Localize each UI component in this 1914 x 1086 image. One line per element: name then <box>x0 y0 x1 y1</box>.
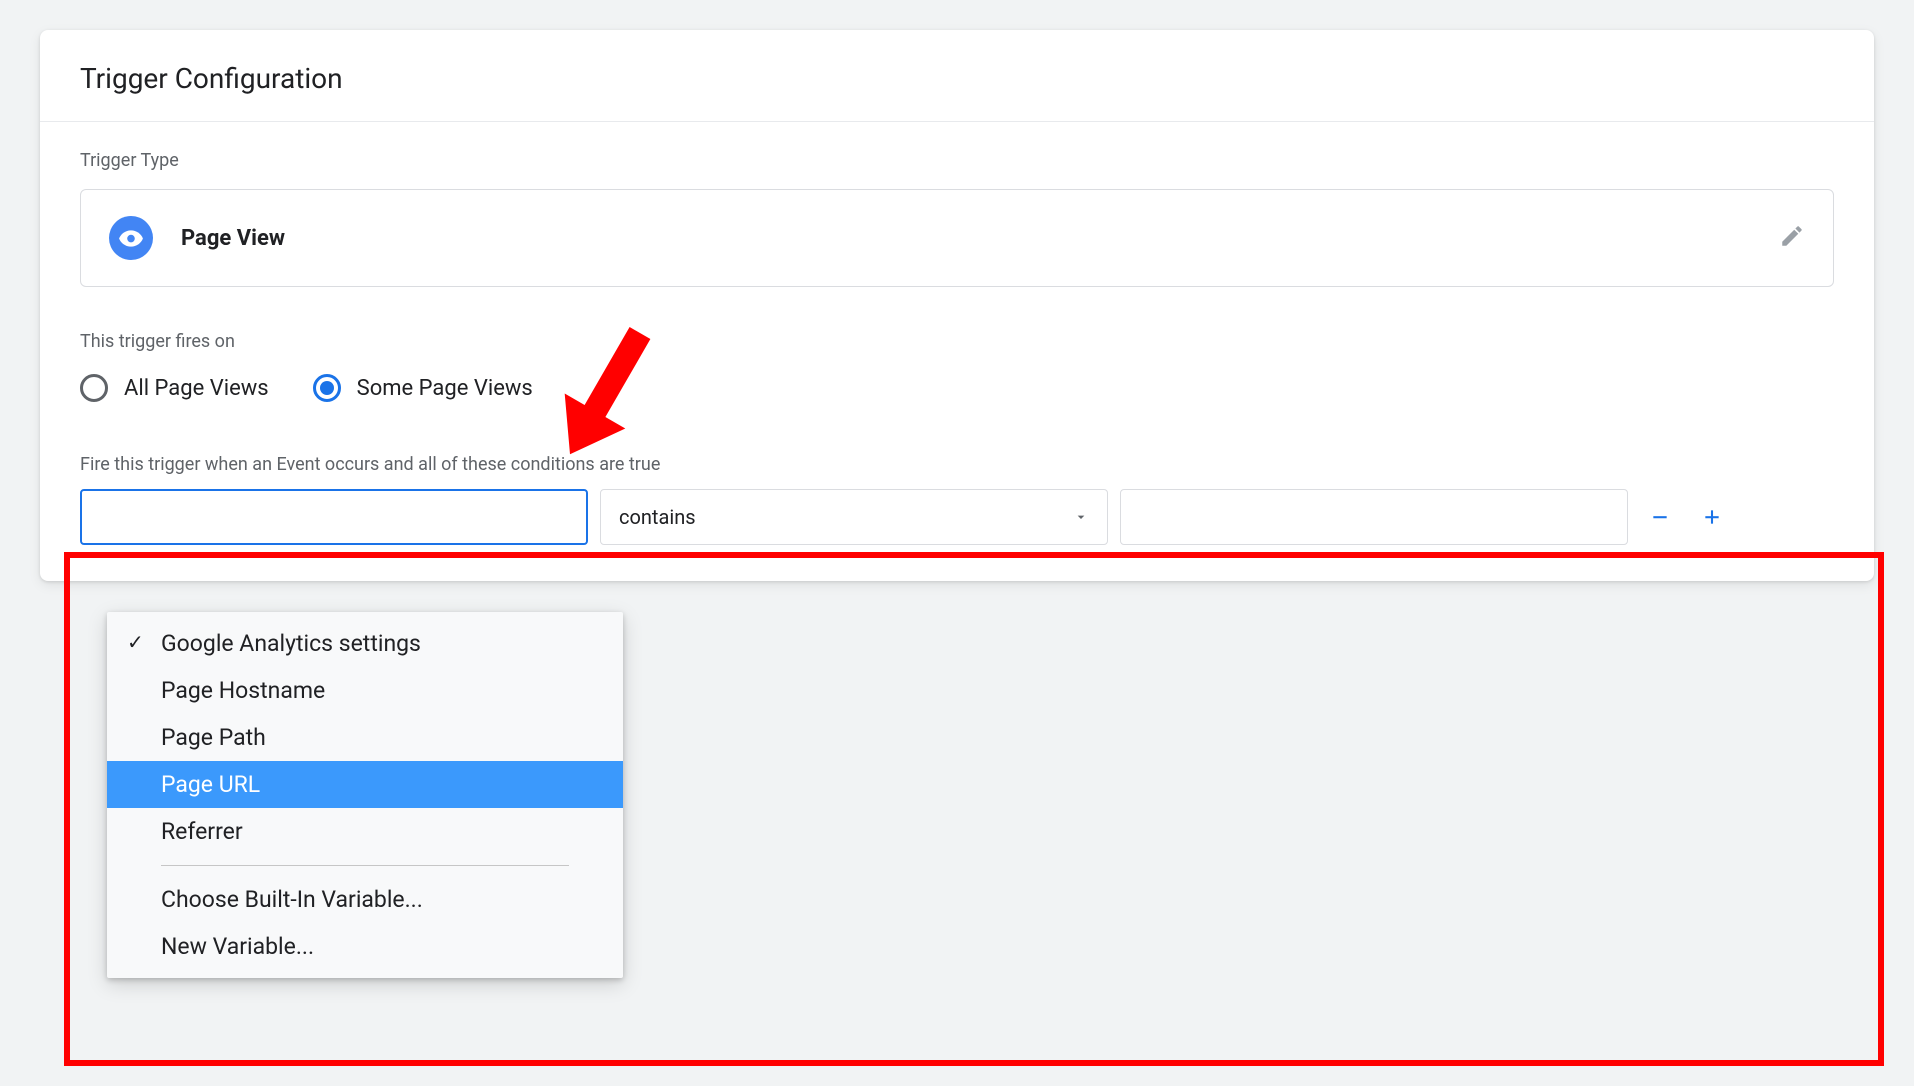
page-view-icon <box>109 216 153 260</box>
variable-dropdown[interactable] <box>80 489 588 545</box>
trigger-type-left: Page View <box>109 216 285 260</box>
dropdown-item-page-hostname[interactable]: Page Hostname <box>107 667 623 714</box>
trigger-type-label: Trigger Type <box>80 150 1834 171</box>
card-title: Trigger Configuration <box>80 62 1834 95</box>
dropdown-item-new-variable[interactable]: New Variable... <box>107 923 623 970</box>
minus-icon <box>1650 507 1670 527</box>
fires-on-label: This trigger fires on <box>80 331 1834 352</box>
dropdown-item-page-url[interactable]: Page URL <box>107 761 623 808</box>
dropdown-item-page-path[interactable]: Page Path <box>107 714 623 761</box>
trigger-config-card: Trigger Configuration Trigger Type Page … <box>40 30 1874 581</box>
operator-dropdown-value: contains <box>619 505 696 529</box>
plus-icon <box>1702 507 1722 527</box>
radio-button-checked-icon <box>313 374 341 402</box>
add-condition-button[interactable] <box>1692 497 1732 537</box>
card-body: Trigger Type Page View This trigger fire… <box>40 122 1874 581</box>
radio-all-page-views[interactable]: All Page Views <box>80 374 269 402</box>
dropdown-item-ga-settings[interactable]: Google Analytics settings <box>107 620 623 667</box>
conditions-label: Fire this trigger when an Event occurs a… <box>80 454 1834 475</box>
radio-label: Some Page Views <box>357 376 533 401</box>
radio-some-page-views[interactable]: Some Page Views <box>313 374 533 402</box>
dropdown-separator <box>161 865 569 866</box>
trigger-type-selector[interactable]: Page View <box>80 189 1834 287</box>
edit-icon[interactable] <box>1779 223 1805 253</box>
conditions-row: contains <box>80 489 1834 545</box>
radio-label: All Page Views <box>124 376 269 401</box>
variable-dropdown-panel: Google Analytics settings Page Hostname … <box>107 612 623 978</box>
chevron-down-icon <box>1073 509 1089 525</box>
card-header: Trigger Configuration <box>40 30 1874 122</box>
radio-button-icon <box>80 374 108 402</box>
fires-on-radio-group: All Page Views Some Page Views <box>80 374 1834 402</box>
dropdown-item-referrer[interactable]: Referrer <box>107 808 623 855</box>
dropdown-item-choose-builtin[interactable]: Choose Built-In Variable... <box>107 876 623 923</box>
fires-on-section: This trigger fires on All Page Views Som… <box>80 331 1834 402</box>
value-input[interactable] <box>1120 489 1628 545</box>
operator-dropdown[interactable]: contains <box>600 489 1108 545</box>
trigger-type-name: Page View <box>181 226 285 251</box>
remove-condition-button[interactable] <box>1640 497 1680 537</box>
conditions-section: Fire this trigger when an Event occurs a… <box>80 454 1834 545</box>
